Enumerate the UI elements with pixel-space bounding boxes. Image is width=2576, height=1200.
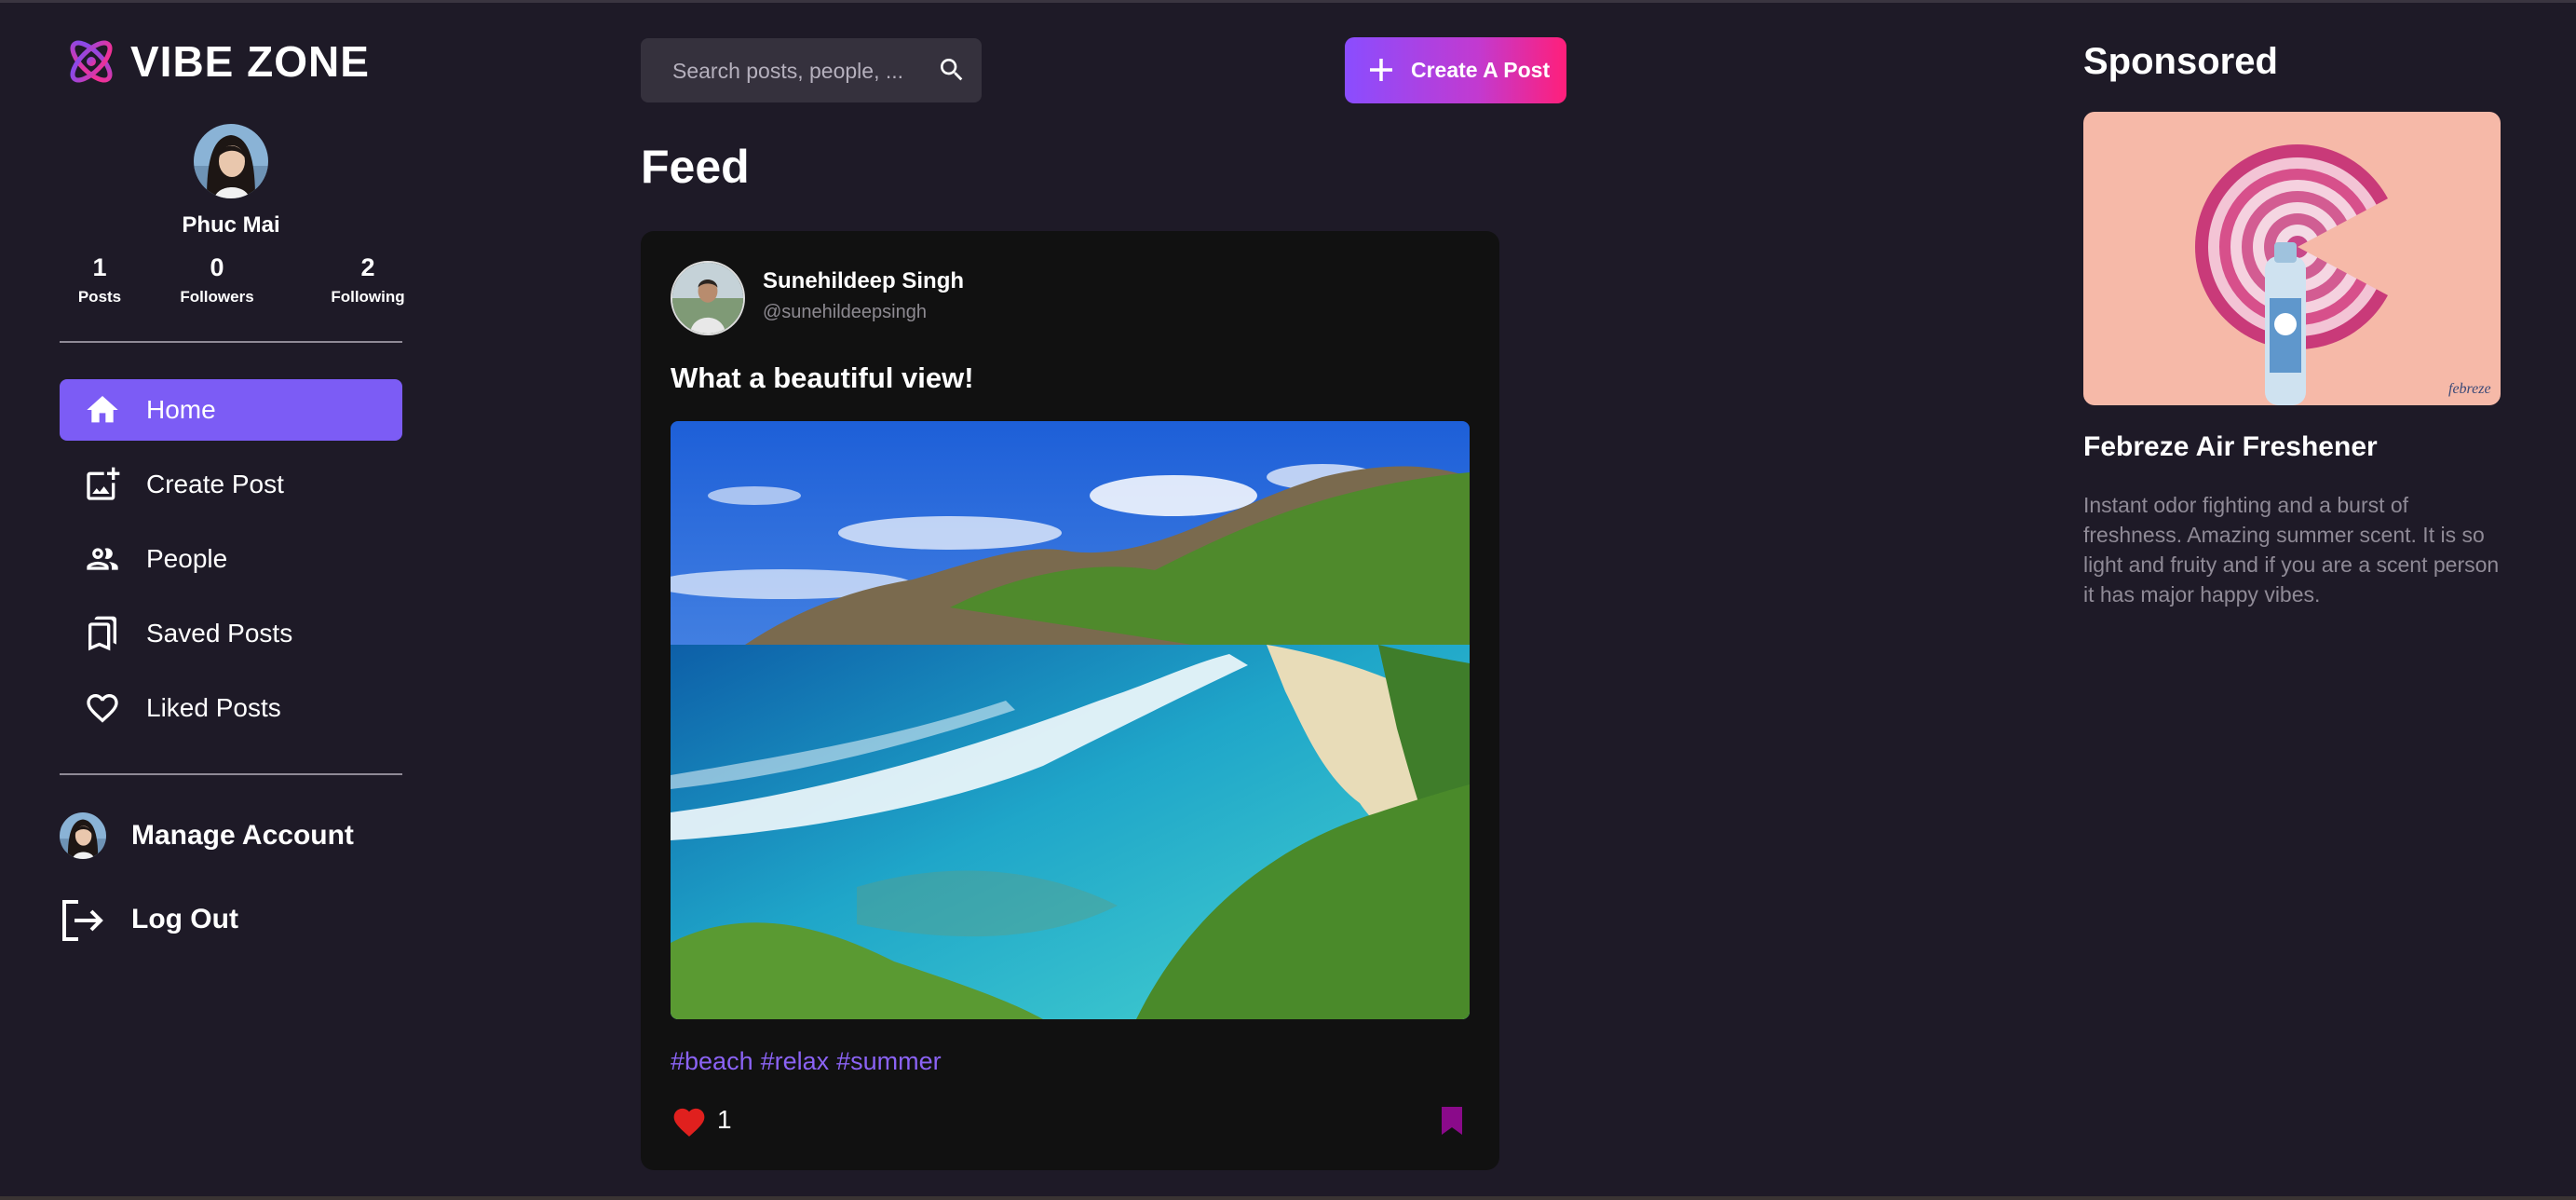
- logout-button[interactable]: Log Out: [60, 892, 402, 948]
- nav-item-label: Liked Posts: [146, 693, 281, 722]
- account-avatar: [60, 812, 106, 859]
- nav-item-label: Create Post: [146, 470, 284, 498]
- heart-outline-icon: [87, 694, 118, 723]
- ad-brand-text: febreze: [2448, 381, 2491, 397]
- sidebar-divider: [60, 341, 402, 343]
- post-tag[interactable]: #beach: [671, 1047, 753, 1076]
- like-count: 1: [717, 1105, 732, 1134]
- stat-followers-value: 0: [210, 253, 224, 281]
- bookmarks-icon: [88, 616, 116, 651]
- post-caption: What a beautiful view!: [671, 361, 974, 394]
- feed-title: Feed: [641, 141, 750, 193]
- post-tag[interactable]: #summer: [836, 1047, 942, 1076]
- vibe-zone-logo-icon: [70, 40, 113, 83]
- nav-item-label: People: [146, 544, 228, 573]
- stat-posts[interactable]: 1 Posts: [44, 253, 156, 307]
- bookmark-filled-icon[interactable]: [1440, 1105, 1464, 1137]
- sponsored-product-name[interactable]: Febreze Air Freshener: [2083, 431, 2378, 463]
- post-author-name[interactable]: Sunehildeep Singh: [763, 268, 964, 294]
- app-name: VIBE ZONE: [130, 37, 370, 86]
- post-author-handle[interactable]: @sunehildeepsingh: [763, 302, 927, 323]
- sponsored-image[interactable]: febreze: [2083, 112, 2501, 405]
- manage-account-label: Manage Account: [131, 820, 354, 851]
- stat-followers-label: Followers: [180, 288, 254, 306]
- stat-following-value: 2: [360, 253, 375, 281]
- post-tags: #beach #relax #summer: [671, 1047, 942, 1076]
- create-post-button[interactable]: Create A Post: [1345, 37, 1566, 103]
- post-author-avatar[interactable]: [671, 261, 745, 335]
- sidebar-divider: [60, 773, 402, 775]
- sponsored-title: Sponsored: [2083, 41, 2278, 82]
- home-icon: [87, 396, 118, 423]
- create-post-button-label: Create A Post: [1411, 58, 1551, 82]
- profile-stats: 1 Posts 0 Followers 2 Following: [60, 253, 405, 309]
- stat-posts-label: Posts: [77, 288, 122, 306]
- search-icon[interactable]: [937, 55, 967, 85]
- stat-posts-value: 1: [92, 253, 107, 281]
- add-photo-icon: [87, 467, 120, 500]
- nav-item-liked-posts[interactable]: Liked Posts: [60, 677, 402, 739]
- manage-account-button[interactable]: Manage Account: [60, 808, 402, 864]
- stat-following-label: Following: [331, 288, 405, 306]
- search-input[interactable]: [671, 38, 926, 104]
- nav-item-saved-posts[interactable]: Saved Posts: [60, 603, 402, 664]
- post-image[interactable]: [671, 421, 1470, 1019]
- plus-icon: [1370, 59, 1392, 81]
- window-bottom-border: [0, 1196, 2576, 1200]
- stat-following[interactable]: 2 Following: [312, 253, 424, 307]
- sponsored-description: Instant odor fighting and a burst of fre…: [2083, 493, 2500, 607]
- post-tag[interactable]: #relax: [761, 1047, 830, 1076]
- logout-icon: [62, 900, 103, 941]
- left-sidebar: VIBE ZONE Phuc Mai 1 Posts 0 Followers 2…: [60, 0, 405, 1200]
- heart-filled-icon[interactable]: [671, 1104, 708, 1138]
- people-icon: [87, 548, 118, 570]
- search-bar[interactable]: [641, 38, 982, 104]
- nav-item-label: Saved Posts: [146, 619, 293, 648]
- app-logo[interactable]: VIBE ZONE: [63, 34, 370, 89]
- profile-avatar[interactable]: [194, 124, 268, 198]
- stat-followers[interactable]: 0 Followers: [161, 253, 273, 307]
- nav-item-home[interactable]: Home: [60, 379, 402, 441]
- logout-label: Log Out: [131, 904, 238, 934]
- profile-name: Phuc Mai: [182, 212, 280, 238]
- nav-item-people[interactable]: People: [60, 528, 402, 590]
- nav-item-create-post[interactable]: Create Post: [60, 454, 402, 515]
- post-card: Sunehildeep Singh @sunehildeepsingh What…: [641, 231, 1499, 1170]
- nav-item-label: Home: [146, 395, 216, 424]
